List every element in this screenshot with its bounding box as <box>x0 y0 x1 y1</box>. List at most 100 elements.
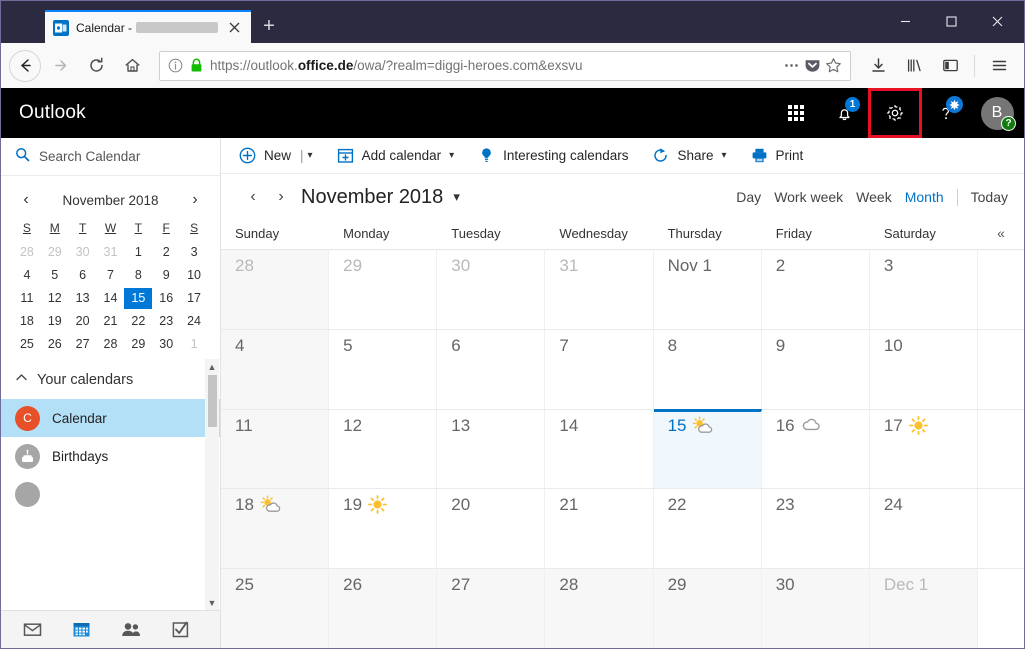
calendar-day-cell[interactable]: 29 <box>653 569 762 648</box>
calendar-day-cell[interactable]: 17 <box>870 409 978 489</box>
command-add-calendar[interactable]: Add calendar ▾ <box>337 147 454 164</box>
calendar-day-cell[interactable]: 31 <box>545 250 654 329</box>
view-option-month[interactable]: Month <box>905 189 944 205</box>
calendar-day-cell[interactable]: 26 <box>329 569 438 648</box>
calendar-day-cell[interactable]: 28 <box>221 250 330 329</box>
calendar-day-cell[interactable]: 30 <box>437 250 546 329</box>
calendar-day-cell[interactable]: 5 <box>329 329 438 409</box>
calendar-day-cell[interactable]: 27 <box>437 569 546 648</box>
calendar-day-cell[interactable]: 22 <box>654 489 762 569</box>
calendar-day-cell[interactable]: 19 <box>329 489 438 569</box>
url-bar[interactable]: https://outlook.office.de/owa/?realm=dig… <box>159 50 851 81</box>
next-period-button[interactable]: › <box>267 188 295 206</box>
new-tab-button[interactable]: + <box>251 10 287 43</box>
avatar[interactable]: B ? <box>970 88 1024 138</box>
forward-icon[interactable] <box>43 49 77 83</box>
calendar-icon[interactable] <box>72 620 91 639</box>
mini-calendar-day[interactable]: 26 <box>41 334 69 355</box>
mini-calendar-day[interactable]: 30 <box>69 242 97 263</box>
mini-calendar-day[interactable]: 1 <box>180 334 208 355</box>
mini-calendar-day[interactable]: 16 <box>152 288 180 309</box>
chevron-down-icon[interactable]: ▾ <box>453 189 460 205</box>
tab-close-icon[interactable] <box>225 19 243 37</box>
calendar-list-item[interactable]: C Calendar <box>1 399 220 437</box>
command-new[interactable]: New | ▾ <box>239 147 313 164</box>
mini-calendar-day[interactable]: 15 <box>124 288 153 309</box>
reload-icon[interactable] <box>79 49 113 83</box>
question-mark-icon[interactable] <box>922 88 970 138</box>
mini-calendar-day[interactable]: 30 <box>152 334 180 355</box>
mini-calendar-day[interactable]: 27 <box>69 334 97 355</box>
chevron-down-icon[interactable]: ▾ <box>449 150 454 161</box>
sidebar-icon[interactable] <box>933 49 967 83</box>
mini-calendar-day[interactable]: 8 <box>124 265 152 286</box>
calendar-day-cell[interactable]: 24 <box>870 489 978 569</box>
mini-calendar-day[interactable]: 28 <box>13 242 41 263</box>
chevron-right-icon[interactable]: › <box>186 191 204 209</box>
calendar-day-cell[interactable]: 6 <box>437 329 546 409</box>
mini-calendar-day[interactable]: 19 <box>41 311 69 332</box>
calendar-day-cell[interactable]: 20 <box>437 489 546 569</box>
calendar-list-scrollbar[interactable]: ▲ ▼ <box>205 359 219 610</box>
calendar-day-cell[interactable]: 15 <box>653 408 762 489</box>
chevron-up-icon[interactable] <box>15 371 28 389</box>
calendar-day-cell[interactable]: 30 <box>761 569 870 648</box>
calendar-day-cell[interactable]: 4 <box>221 329 330 409</box>
calendar-day-cell[interactable]: 12 <box>329 409 438 489</box>
mini-calendar-day[interactable]: 29 <box>124 334 152 355</box>
calendar-day-cell[interactable]: 21 <box>545 489 654 569</box>
calendar-day-cell[interactable]: Nov 1 <box>654 250 762 329</box>
browser-tab-calendar[interactable]: Calendar - <box>45 10 251 43</box>
home-icon[interactable] <box>115 49 149 83</box>
hamburger-menu-icon[interactable] <box>982 49 1016 83</box>
back-icon[interactable] <box>9 49 41 82</box>
calendar-day-cell[interactable]: 11 <box>221 409 330 489</box>
mini-calendar-day[interactable]: 25 <box>13 334 41 355</box>
calendar-day-cell[interactable]: 29 <box>329 250 438 329</box>
calendar-day-cell[interactable]: 3 <box>870 250 978 329</box>
calendar-day-cell[interactable]: Dec 1 <box>869 569 978 648</box>
mini-calendar-day[interactable]: 21 <box>97 311 125 332</box>
mail-icon[interactable] <box>23 620 42 639</box>
calendar-day-cell[interactable]: 25 <box>221 569 330 648</box>
mini-calendar-day[interactable]: 6 <box>69 265 97 286</box>
minimize-button[interactable] <box>882 1 928 41</box>
command-print[interactable]: Print <box>751 147 803 164</box>
view-option-work-week[interactable]: Work week <box>774 189 843 205</box>
mini-calendar-day[interactable]: 13 <box>69 288 97 309</box>
calendar-day-cell[interactable]: 8 <box>654 329 762 409</box>
scroll-down-icon[interactable]: ▼ <box>208 595 217 610</box>
double-chevron-left-icon[interactable]: « <box>978 220 1024 249</box>
waffle-grid-icon[interactable] <box>772 88 820 138</box>
chevron-left-icon[interactable]: ‹ <box>17 191 35 209</box>
bell-icon[interactable]: 1 <box>820 88 868 138</box>
mini-calendar-day[interactable]: 22 <box>124 311 152 332</box>
mini-calendar-day[interactable]: 12 <box>41 288 69 309</box>
calendar-day-cell[interactable]: 10 <box>870 329 978 409</box>
mini-calendar-day[interactable]: 7 <box>97 265 125 286</box>
mini-calendar-day[interactable]: 20 <box>69 311 97 332</box>
lock-icon[interactable] <box>190 58 203 73</box>
calendar-list-item[interactable] <box>1 475 220 513</box>
calendar-day-cell[interactable]: 18 <box>221 489 330 569</box>
mini-calendar-day[interactable]: 9 <box>152 265 180 286</box>
info-icon[interactable] <box>168 58 183 73</box>
people-icon[interactable] <box>121 620 141 639</box>
calendar-day-cell[interactable]: 9 <box>762 329 870 409</box>
calendar-day-cell[interactable]: 14 <box>545 409 654 489</box>
command-share[interactable]: Share ▾ <box>652 147 727 164</box>
mini-calendar-day[interactable]: 24 <box>180 311 208 332</box>
calendar-day-cell[interactable]: 7 <box>545 329 654 409</box>
calendar-day-cell[interactable]: 28 <box>545 569 654 648</box>
mini-calendar-day[interactable]: 14 <box>97 288 125 309</box>
gear-icon[interactable] <box>868 88 922 138</box>
calendar-day-cell[interactable]: 23 <box>762 489 870 569</box>
prev-period-button[interactable]: ‹ <box>239 188 267 206</box>
outlook-brand[interactable]: Outlook <box>19 102 86 124</box>
command-interesting-calendars[interactable]: Interesting calendars <box>478 147 628 164</box>
mini-calendar-title[interactable]: November 2018 <box>62 193 158 208</box>
calendar-day-cell[interactable]: 2 <box>762 250 870 329</box>
chevron-down-icon[interactable]: ▾ <box>308 150 313 161</box>
chevron-down-icon[interactable]: ▾ <box>722 150 727 161</box>
mini-calendar-day[interactable]: 5 <box>41 265 69 286</box>
